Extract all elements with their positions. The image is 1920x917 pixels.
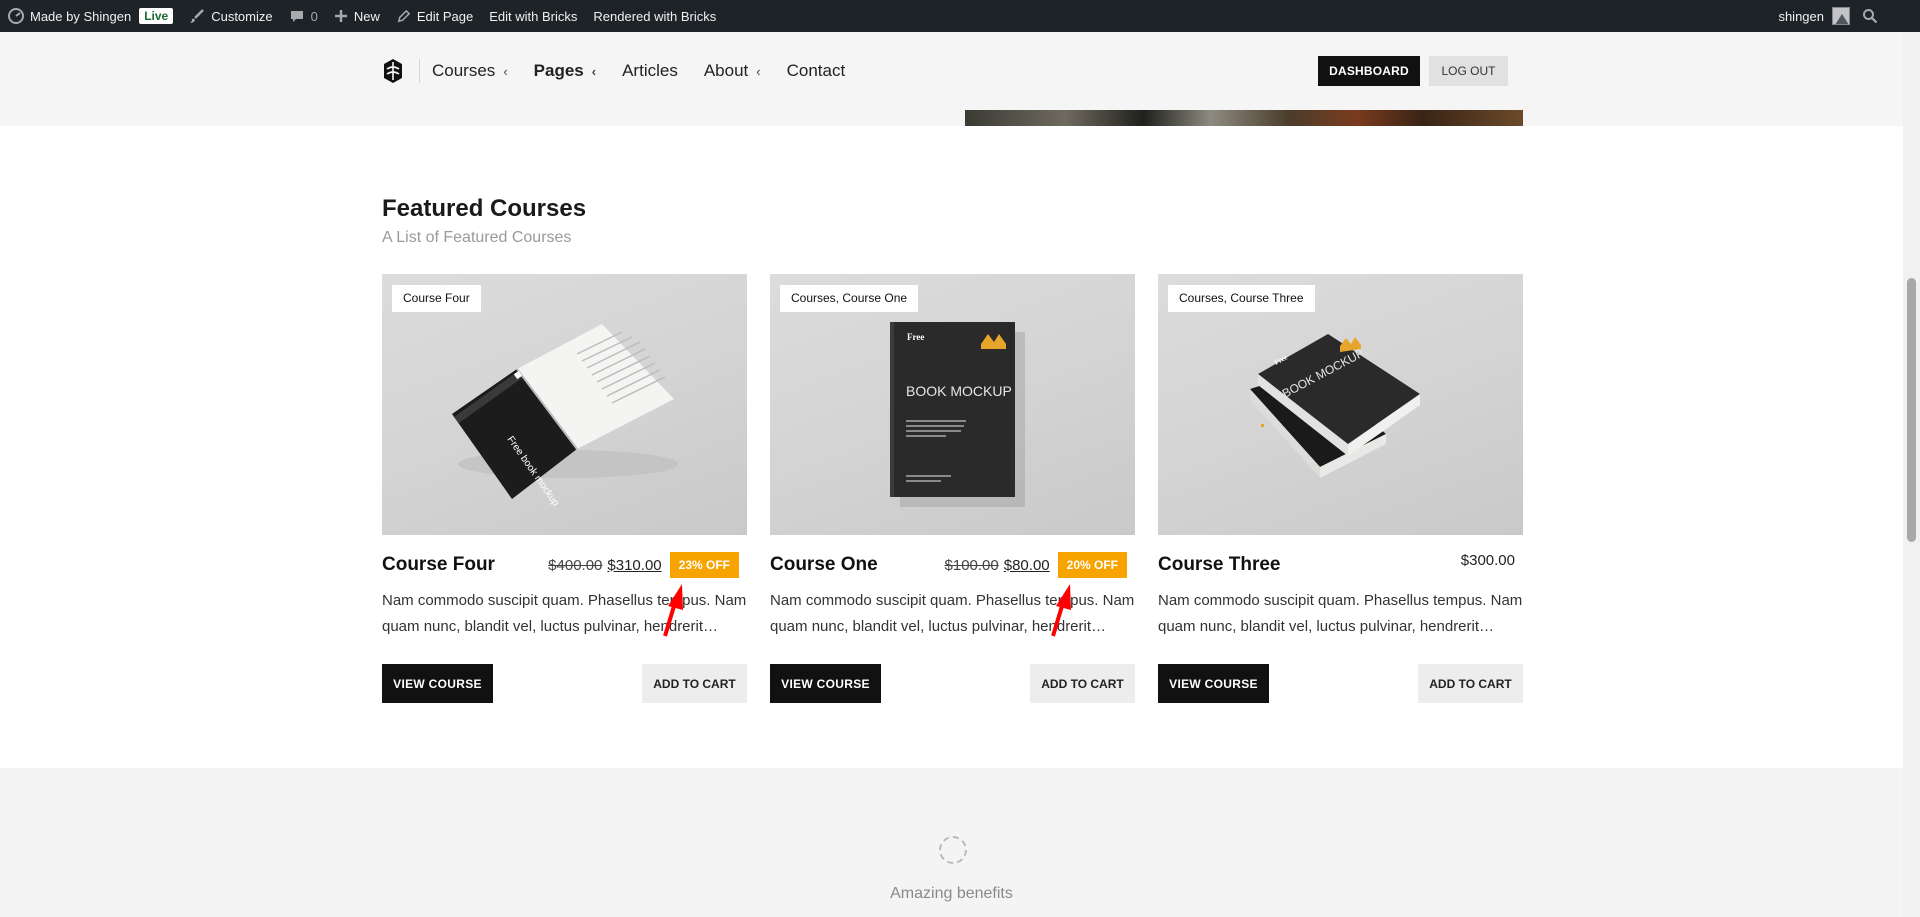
- nav-articles-label: Articles: [622, 61, 678, 80]
- price-row: $400.00 $310.00 23% OFF: [548, 552, 739, 578]
- dashed-circle-icon: [939, 836, 967, 864]
- scrollbar-thumb[interactable]: [1907, 278, 1916, 542]
- search-toggle[interactable]: [1854, 0, 1892, 32]
- price-row: $300.00: [1461, 552, 1515, 569]
- view-course-button[interactable]: VIEW COURSE: [770, 664, 881, 703]
- open-book-mockup-image: Free book mockup: [452, 324, 678, 509]
- original-price: $100.00: [944, 556, 999, 574]
- sale-price: $310.00: [607, 556, 662, 574]
- nav-articles[interactable]: Articles: [622, 61, 678, 81]
- add-to-cart-button[interactable]: ADD TO CART: [642, 664, 747, 703]
- category-tag[interactable]: Courses, Course Three: [1168, 285, 1315, 312]
- category-tag[interactable]: Course Four: [392, 285, 481, 312]
- original-price: $400.00: [548, 556, 603, 574]
- view-course-button[interactable]: VIEW COURSE: [1158, 664, 1269, 703]
- dashboard-button[interactable]: DASHBOARD: [1318, 56, 1420, 86]
- username: shingen: [1778, 8, 1824, 24]
- main-nav: Courses ‹ Pages ‹ Articles About ‹ Conta…: [432, 58, 871, 84]
- view-course-button[interactable]: VIEW COURSE: [382, 664, 493, 703]
- nav-about[interactable]: About ‹: [704, 61, 761, 81]
- hero-image-edge: [965, 110, 1523, 126]
- course-image-stacked-books[interactable]: BOOK MOCKUP Free Courses, Course Three: [1158, 274, 1523, 535]
- comments-link[interactable]: 0: [281, 0, 326, 32]
- paintbrush-icon: [190, 9, 205, 23]
- nav-courses[interactable]: Courses ‹: [432, 61, 508, 81]
- course-card: Free BOOK MOCKUP Courses, Course One Cou…: [770, 274, 1135, 703]
- search-icon: [1863, 9, 1878, 24]
- nav-courses-label: Courses: [432, 61, 496, 80]
- chevron-left-icon: ‹: [591, 63, 597, 79]
- add-to-cart-button[interactable]: ADD TO CART: [1418, 664, 1523, 703]
- standing-book-mockup-image: Free BOOK MOCKUP: [890, 322, 1025, 507]
- wp-admin-bar: Made by Shingen Live Customize 0 New Edi…: [0, 0, 1920, 32]
- add-to-cart-button[interactable]: ADD TO CART: [1030, 664, 1135, 703]
- user-account-link[interactable]: shingen: [1770, 0, 1854, 32]
- site-name-link[interactable]: Made by Shingen Live: [0, 0, 181, 32]
- chevron-left-icon: ‹: [503, 63, 508, 79]
- category-tag[interactable]: Courses, Course One: [780, 285, 919, 312]
- chevron-left-icon: ‹: [756, 63, 761, 79]
- section-title: Featured Courses: [382, 195, 587, 222]
- course-card: BOOK MOCKUP Free Courses, Course Three C…: [1158, 274, 1523, 703]
- discount-badge: 23% OFF: [669, 552, 739, 578]
- customize-link[interactable]: Customize: [181, 0, 280, 32]
- course-title[interactable]: Course One: [770, 554, 878, 576]
- site-name-label: Made by Shingen: [30, 8, 132, 24]
- course-title[interactable]: Course Three: [1158, 554, 1280, 576]
- edit-page-link[interactable]: Edit Page: [388, 0, 481, 32]
- course-image-open-book[interactable]: Free book mockup Course Four: [382, 274, 747, 535]
- pencil-icon: [397, 9, 411, 22]
- logo-icon[interactable]: [382, 58, 404, 84]
- course-card: Free book mockup Course Four Course Four…: [382, 274, 747, 703]
- price: $300.00: [1460, 552, 1515, 569]
- sale-price: $80.00: [1003, 556, 1050, 574]
- rendered-with-bricks-item[interactable]: Rendered with Bricks: [585, 0, 724, 32]
- section-subtitle: A List of Featured Courses: [382, 229, 572, 246]
- dashboard-icon: [8, 8, 24, 24]
- book-label: Free: [907, 332, 924, 342]
- annotation-arrow-icon: [663, 584, 683, 637]
- comments-count: 0: [310, 8, 318, 24]
- discount-badge: 20% OFF: [1057, 552, 1127, 578]
- course-title[interactable]: Course Four: [382, 554, 495, 576]
- new-label: New: [353, 8, 380, 24]
- comment-icon: [290, 11, 303, 22]
- header-divider: [419, 59, 420, 83]
- benefit-label: Amazing benefits: [890, 885, 1013, 902]
- plus-icon: [334, 10, 347, 22]
- book-title-text: BOOK MOCKUP: [906, 383, 1012, 399]
- site-header: [0, 32, 1903, 126]
- nav-contact-label: Contact: [786, 61, 846, 80]
- nav-pages[interactable]: Pages ‹: [534, 61, 596, 81]
- nav-pages-label: Pages: [533, 61, 584, 80]
- avatar: [1832, 7, 1850, 25]
- adminbar-user-area: shingen: [1770, 0, 1892, 32]
- nav-about-label: About: [703, 61, 749, 80]
- live-badge: Live: [139, 8, 174, 24]
- edit-with-bricks-label: Edit with Bricks: [489, 8, 578, 24]
- nav-contact[interactable]: Contact: [787, 61, 846, 81]
- new-content-link[interactable]: New: [326, 0, 388, 32]
- edit-with-bricks-link[interactable]: Edit with Bricks: [481, 0, 585, 32]
- price-row: $100.00 $80.00 20% OFF: [945, 552, 1127, 578]
- customize-label: Customize: [211, 8, 273, 24]
- course-image-standing-book[interactable]: Free BOOK MOCKUP Courses, Course One: [770, 274, 1135, 535]
- edit-page-label: Edit Page: [416, 8, 474, 24]
- course-description: Nam commodo suscipit quam. Phasellus tem…: [1158, 592, 1523, 635]
- rendered-with-bricks-label: Rendered with Bricks: [593, 8, 717, 24]
- stacked-books-mockup-image: BOOK MOCKUP Free: [1250, 334, 1420, 478]
- annotation-arrow-icon: [1051, 584, 1071, 637]
- logout-button[interactable]: LOG OUT: [1429, 56, 1508, 86]
